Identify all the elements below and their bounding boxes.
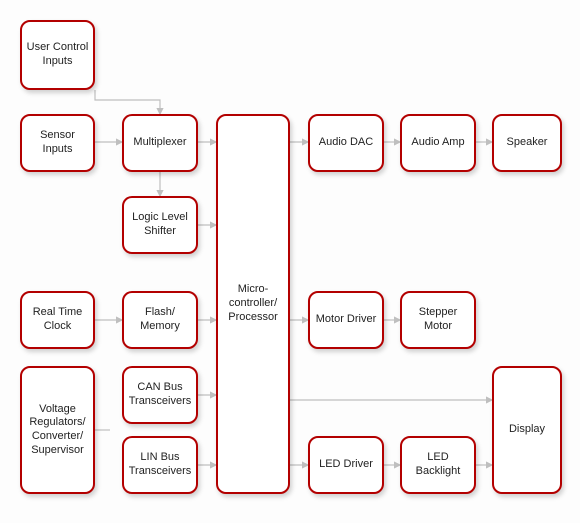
node-led-driver: LED Driver xyxy=(308,436,384,494)
node-display: Display xyxy=(492,366,562,494)
node-multiplexer: Multiplexer xyxy=(122,114,198,172)
node-label: Audio Amp xyxy=(411,136,464,150)
node-label: LED Driver xyxy=(319,458,373,472)
node-real-time-clock: Real Time Clock xyxy=(20,291,95,349)
node-label: Audio DAC xyxy=(319,136,373,150)
node-label: Multiplexer xyxy=(133,136,186,150)
node-audio-amp: Audio Amp xyxy=(400,114,476,172)
node-led-backlight: LED Backlight xyxy=(400,436,476,494)
node-voltage-regulators: Voltage Regulators/ Converter/ Superviso… xyxy=(20,366,95,494)
node-label: Display xyxy=(509,423,545,437)
node-motor-driver: Motor Driver xyxy=(308,291,384,349)
node-microcontroller: Micro-controller/ Processor xyxy=(216,114,290,494)
node-label: Speaker xyxy=(507,136,548,150)
node-speaker: Speaker xyxy=(492,114,562,172)
node-label: Logic Level Shifter xyxy=(128,211,192,239)
block-diagram: User Control Inputs Sensor Inputs Real T… xyxy=(0,0,580,523)
node-label: Motor Driver xyxy=(316,313,377,327)
node-stepper-motor: Stepper Motor xyxy=(400,291,476,349)
node-label: Sensor Inputs xyxy=(26,129,89,157)
node-label: User Control Inputs xyxy=(26,41,89,69)
node-label: Real Time Clock xyxy=(26,306,89,334)
node-label: LED Backlight xyxy=(406,451,470,479)
node-lin-bus: LIN Bus Transceivers xyxy=(122,436,198,494)
node-label: Stepper Motor xyxy=(406,306,470,334)
node-user-control-inputs: User Control Inputs xyxy=(20,20,95,90)
node-label: Micro-controller/ Processor xyxy=(222,283,284,324)
node-label: CAN Bus Transceivers xyxy=(128,381,192,409)
node-can-bus: CAN Bus Transceivers xyxy=(122,366,198,424)
node-flash-memory: Flash/ Memory xyxy=(122,291,198,349)
node-label: Flash/ Memory xyxy=(128,306,192,334)
node-logic-level-shifter: Logic Level Shifter xyxy=(122,196,198,254)
node-label: LIN Bus Transceivers xyxy=(128,451,192,479)
node-sensor-inputs: Sensor Inputs xyxy=(20,114,95,172)
node-audio-dac: Audio DAC xyxy=(308,114,384,172)
node-label: Voltage Regulators/ Converter/ Superviso… xyxy=(26,403,89,458)
